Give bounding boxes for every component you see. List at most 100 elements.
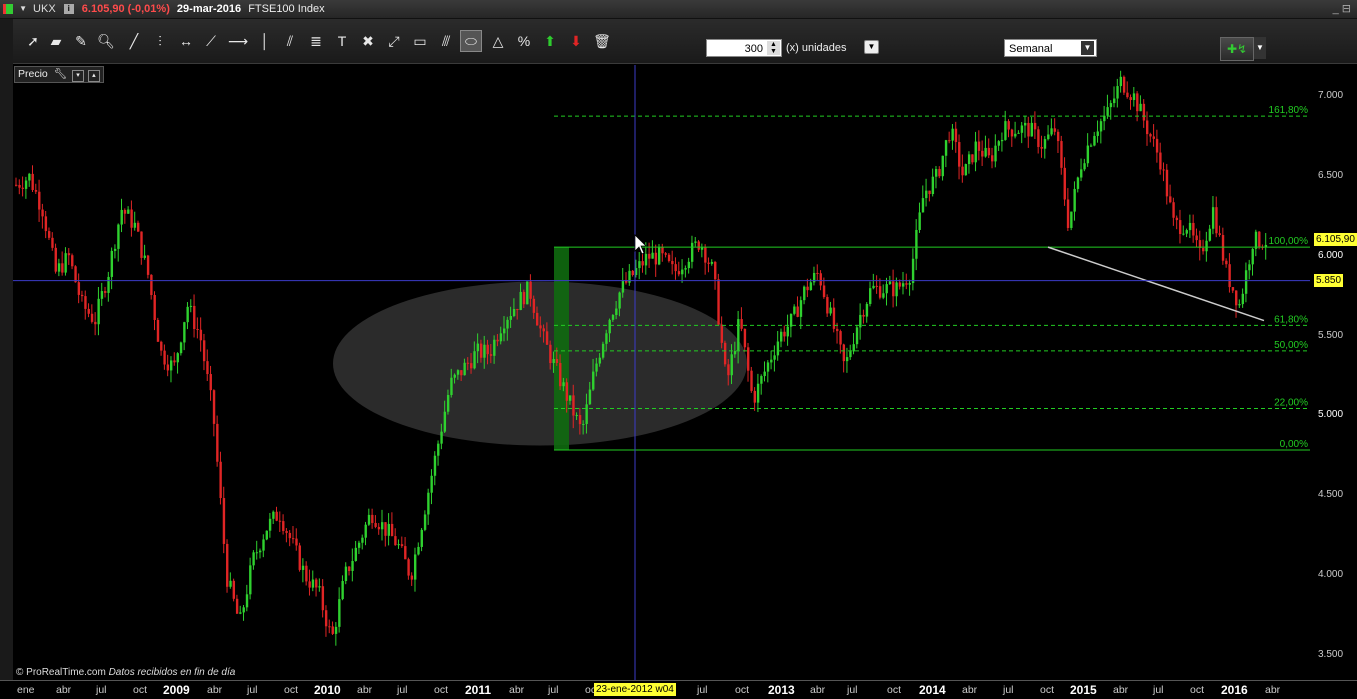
- arrow-up-right-icon[interactable]: ⤢: [384, 31, 404, 51]
- candle-body: [737, 319, 740, 352]
- x-tick-label: oct: [284, 684, 299, 696]
- candle-body: [885, 284, 888, 294]
- x-tick-label: abr: [1113, 684, 1129, 696]
- collapse-icon[interactable]: ▾: [71, 70, 84, 82]
- candle-body: [898, 282, 902, 287]
- candle-body: [1162, 169, 1165, 171]
- candle-body: [1182, 233, 1185, 235]
- candle-body: [1142, 103, 1146, 121]
- price-panel-label[interactable]: Precio 🔧︎ ▾ ▴: [14, 66, 104, 83]
- candle-body: [839, 331, 842, 345]
- vertical-bar-icon[interactable]: │: [255, 31, 275, 51]
- candle-body: [146, 255, 150, 275]
- candle-body: [1258, 231, 1261, 247]
- candle-body: [694, 241, 697, 243]
- triangle-icon[interactable]: △: [488, 31, 508, 51]
- candle-body: [216, 423, 219, 462]
- candle-body: [374, 522, 377, 527]
- trendline-icon[interactable]: ⟋: [201, 31, 221, 51]
- candle-body: [1056, 131, 1060, 142]
- candle-body: [918, 212, 921, 230]
- y-tick-label: 3.500: [1318, 649, 1344, 661]
- chevron-down-icon[interactable]: ▼: [19, 4, 27, 13]
- candle-body: [522, 291, 526, 305]
- candle-body: [285, 530, 288, 533]
- symbol-label[interactable]: UKX: [33, 3, 56, 15]
- candle-body: [1152, 136, 1155, 139]
- candle-body: [387, 523, 391, 536]
- horizontal-line-icon[interactable]: ⟶: [228, 31, 248, 51]
- period-select[interactable]: Semanal ▼: [1004, 39, 1097, 57]
- fib-level-label: 22,00%: [1274, 397, 1308, 408]
- units-label: (x) unidades: [786, 42, 847, 54]
- indicators-dropdown-icon[interactable]: ▼: [1254, 37, 1266, 59]
- candle-body: [18, 184, 21, 188]
- candle-body: [193, 305, 196, 330]
- y-tick-label: 4.500: [1318, 489, 1344, 501]
- candle-body: [763, 371, 766, 377]
- candle-body: [1000, 139, 1004, 142]
- candle-body: [740, 319, 743, 329]
- candle-body: [674, 264, 677, 272]
- line-icon[interactable]: ╱: [124, 31, 144, 51]
- info-icon[interactable]: i: [63, 4, 74, 15]
- candle-body: [400, 544, 404, 547]
- bell-icon[interactable]: ✎: [71, 31, 91, 51]
- green-arrow-icon[interactable]: ⬆: [540, 31, 560, 51]
- candle-body: [592, 371, 595, 390]
- tools-icon[interactable]: ✖: [358, 31, 378, 51]
- rectangle-icon[interactable]: ▭: [410, 31, 430, 51]
- candle-body: [598, 357, 602, 364]
- candle-body: [779, 331, 783, 342]
- pointer-icon[interactable]: ➚: [23, 31, 43, 51]
- ruler-icon[interactable]: ▰: [46, 31, 66, 51]
- candle-body: [671, 261, 674, 265]
- channel-icon[interactable]: ⫽: [280, 31, 300, 51]
- candle-body: [453, 374, 456, 378]
- candle-body: [707, 262, 710, 264]
- candle-body: [783, 331, 786, 337]
- candle-body: [503, 328, 506, 334]
- wrench-icon[interactable]: 🔧︎: [54, 68, 67, 80]
- fibonacci-icon[interactable]: ≣: [306, 31, 326, 51]
- price-chart[interactable]: 161,80% 100,00% 61,80% 50,00% 22,00% 0,00%: [13, 65, 1310, 680]
- chevron-down-icon[interactable]: ▼: [1081, 41, 1094, 55]
- parallel-icon[interactable]: ⫻: [436, 31, 456, 51]
- candle-body: [585, 404, 588, 424]
- plot-area[interactable]: 161,80% 100,00% 61,80% 50,00% 22,00% 0,00%: [13, 65, 1310, 680]
- title-bar: ▼ UKX i 6.105,90 (-0,01%) 29-mar-2016 FT…: [0, 0, 1357, 19]
- percent-icon[interactable]: %: [514, 31, 534, 51]
- units-input[interactable]: 300 ▲ ▼: [706, 39, 782, 57]
- candle-body: [255, 552, 259, 554]
- crosshair-date-label: 23-ene-2012 w04: [594, 683, 676, 696]
- indicators-icon[interactable]: ✚↯: [1220, 37, 1254, 61]
- candle-body: [1004, 121, 1007, 140]
- candle-body: [433, 455, 437, 476]
- candle-body: [321, 586, 325, 611]
- candle-body: [476, 343, 480, 352]
- candle-body: [219, 461, 222, 499]
- text-icon[interactable]: T: [332, 31, 352, 51]
- candle-body: [357, 542, 361, 548]
- candle-body: [977, 141, 981, 151]
- window-controls[interactable]: _ ⊟: [1333, 0, 1351, 18]
- ellipse-icon[interactable]: ⬭: [460, 30, 482, 52]
- spinner-icon[interactable]: ▲ ▼: [767, 41, 780, 55]
- candle-body: [1238, 304, 1241, 306]
- vertical-line-icon[interactable]: ⫶: [150, 31, 170, 51]
- trash-icon[interactable]: 🗑︎: [592, 31, 612, 51]
- candle-body: [882, 293, 885, 298]
- candle-body: [1205, 240, 1208, 252]
- expand-icon[interactable]: ▴: [87, 70, 100, 82]
- red-arrow-icon[interactable]: ⬇: [566, 31, 586, 51]
- candle-body: [901, 283, 905, 287]
- x-tick-label: oct: [887, 684, 902, 696]
- candle-body: [169, 360, 173, 371]
- x-axis[interactable]: ene abr jul oct 2009 abr jul oct 2010 abr jul oct 20…: [0, 680, 1357, 699]
- y-axis[interactable]: 7.000 6.500 6.000 5.500 5.000 4.500 4.000 3.500: [1310, 65, 1357, 680]
- horizontal-arrows-icon[interactable]: ↔: [176, 31, 196, 51]
- units-dropdown-arrow[interactable]: ▼: [864, 40, 879, 54]
- zoom-icon[interactable]: 🔍︎: [96, 31, 116, 51]
- candle-body: [245, 594, 249, 608]
- x-tick-label: oct: [735, 684, 750, 696]
